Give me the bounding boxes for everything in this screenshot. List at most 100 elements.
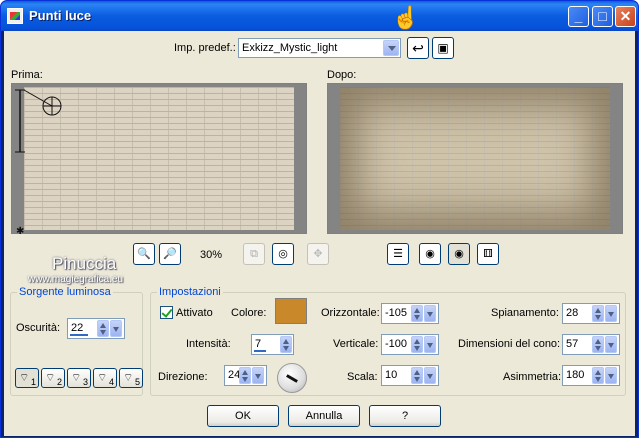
preset-value: Exkizz_Mystic_light <box>242 42 338 54</box>
vertical-spinner[interactable]: -100 <box>381 334 439 355</box>
watermark-title: Pinuccia <box>52 254 117 273</box>
vertical-label: Verticale: <box>333 338 379 350</box>
zoom-actual-button[interactable]: ◎ <box>272 243 294 265</box>
reset-preset-button[interactable]: ↩ <box>407 37 429 59</box>
move-icon: ✥ <box>313 248 323 260</box>
asymmetry-label: Asimmetria: <box>503 371 562 383</box>
light-source-button-2[interactable]: ⌔ 2 <box>41 368 65 388</box>
chevron-down-icon[interactable] <box>605 367 617 384</box>
horizontal-spinner[interactable]: -105 <box>381 303 439 324</box>
svg-text:✱: ✱ <box>16 226 24 235</box>
eye-icon: ◉ <box>425 248 435 260</box>
darkness-spinner[interactable]: 22 <box>67 318 125 339</box>
darkness-label: Oscurità: <box>16 322 61 334</box>
after-label: Dopo: <box>327 69 357 81</box>
zoom-in-button[interactable]: 🔎 <box>159 243 181 265</box>
spin-updown-icon[interactable] <box>411 367 423 384</box>
direction-spinner[interactable]: 24 <box>224 365 267 386</box>
intensity-label: Intensità: <box>186 338 231 350</box>
pointing-hand-icon: ☝ <box>392 5 420 30</box>
zoom-out-button[interactable]: 🔍 <box>133 243 155 265</box>
intensity-spinner[interactable]: 7 <box>251 334 294 355</box>
darkness-value: 22 <box>71 322 84 334</box>
chevron-down-icon[interactable] <box>383 40 399 56</box>
spin-updown-icon[interactable] <box>280 336 292 353</box>
asymmetry-value: 180 <box>566 369 585 381</box>
spin-updown-icon[interactable] <box>97 320 109 337</box>
chevron-down-icon[interactable] <box>424 305 436 322</box>
color-swatch[interactable] <box>275 298 307 324</box>
watermark-url: www.magiegrafica.eu <box>28 274 124 285</box>
title-bar[interactable]: Punti luce _ □ ✕ <box>1 1 638 31</box>
light-source-group: Sorgente luminosa Oscurità: 22 ⌔ 1 ⌔ 2 ⌔ 3 … <box>10 286 143 396</box>
list-icon: ☰ <box>393 248 403 260</box>
flatten-label: Spianamento: <box>491 307 559 319</box>
spotlight-icon: ⌔ <box>97 372 108 384</box>
chevron-down-icon[interactable] <box>424 367 436 384</box>
help-button[interactable]: ? <box>369 405 441 427</box>
asymmetry-spinner[interactable]: 180 <box>562 365 620 386</box>
direction-label: Direzione: <box>158 371 208 383</box>
cone-size-value: 57 <box>566 338 579 350</box>
flatten-spinner[interactable]: 28 <box>562 303 620 324</box>
darkness-level-bar <box>70 334 88 336</box>
settings-title: Impostazioni <box>157 286 223 298</box>
chevron-down-icon[interactable] <box>605 336 617 353</box>
floppy-disk-icon: ▣ <box>437 41 449 55</box>
fit-window-icon: ⧉ <box>250 248 258 260</box>
magnifier-minus-icon: 🔍 <box>137 248 151 260</box>
after-image <box>340 87 610 230</box>
chevron-down-icon[interactable] <box>605 305 617 322</box>
light-source-button-3[interactable]: ⌔ 3 <box>67 368 91 388</box>
spin-updown-icon[interactable] <box>592 336 604 353</box>
light-source-button-1[interactable]: ⌔ 1 <box>15 368 39 388</box>
cone-size-label: Dimensioni del cono: <box>458 338 561 350</box>
vertical-value: -100 <box>385 338 408 350</box>
dialog-window: Punti luce _ □ ✕ Imp. predef.: Exkizz_My… <box>0 0 639 438</box>
dice-icon: ⚅ <box>483 248 493 260</box>
close-button[interactable]: ✕ <box>615 6 636 27</box>
maximize-button[interactable]: □ <box>592 6 613 27</box>
spin-updown-icon[interactable] <box>592 305 604 322</box>
spin-updown-icon[interactable] <box>411 305 423 322</box>
cancel-button[interactable]: Annulla <box>288 405 360 427</box>
after-preview <box>327 83 623 234</box>
dialog-client: Imp. predef.: Exkizz_Mystic_light ☝ ↩ ▣ … <box>4 5 635 436</box>
settings-group: Impostazioni Attivato Colore: Intensità:… <box>150 286 626 396</box>
horizontal-value: -105 <box>385 307 408 319</box>
eye-icon: ◉ <box>454 248 464 260</box>
before-preview[interactable]: ✱ <box>11 83 307 235</box>
spotlight-icon: ⌔ <box>71 372 82 384</box>
spotlight-icon: ⌔ <box>19 372 30 384</box>
spin-updown-icon[interactable] <box>411 336 423 353</box>
save-preset-button[interactable]: ▣ <box>432 37 454 59</box>
direction-dial[interactable] <box>277 363 307 393</box>
pan-button[interactable]: ✥ <box>307 243 329 265</box>
spin-updown-icon[interactable] <box>592 367 604 384</box>
preview-eye-button[interactable]: ◉ <box>419 243 441 265</box>
light-source-button-5[interactable]: ⌔ 5 <box>119 368 143 388</box>
chevron-down-icon[interactable] <box>252 367 264 384</box>
active-checkbox[interactable] <box>160 306 173 319</box>
minimize-button[interactable]: _ <box>568 6 589 27</box>
scale-value: 10 <box>385 369 398 381</box>
chevron-down-icon[interactable] <box>110 320 122 337</box>
proof-toggle-button[interactable]: ☰ <box>387 243 409 265</box>
magnifier-icon: ◎ <box>278 248 288 260</box>
spotlight-icon: ⌔ <box>45 372 56 384</box>
cone-size-spinner[interactable]: 57 <box>562 334 620 355</box>
chevron-down-icon[interactable] <box>424 336 436 353</box>
magnifier-plus-icon: 🔎 <box>163 248 177 260</box>
intensity-value: 7 <box>255 338 262 350</box>
scale-spinner[interactable]: 10 <box>381 365 439 386</box>
preview-on-image-button[interactable]: ◉ <box>448 243 470 265</box>
undo-arrow-icon: ↩ <box>412 40 424 56</box>
zoom-fit-button[interactable]: ⧉ <box>243 243 265 265</box>
ok-button[interactable]: OK <box>207 405 279 427</box>
preset-select[interactable]: Exkizz_Mystic_light <box>238 38 401 58</box>
spin-updown-icon[interactable] <box>239 367 251 384</box>
randomize-button[interactable]: ⚅ <box>477 243 499 265</box>
light-position-handle[interactable]: ✱ <box>12 84 82 235</box>
light-source-button-4[interactable]: ⌔ 4 <box>93 368 117 388</box>
zoom-level: 30% <box>200 249 223 261</box>
